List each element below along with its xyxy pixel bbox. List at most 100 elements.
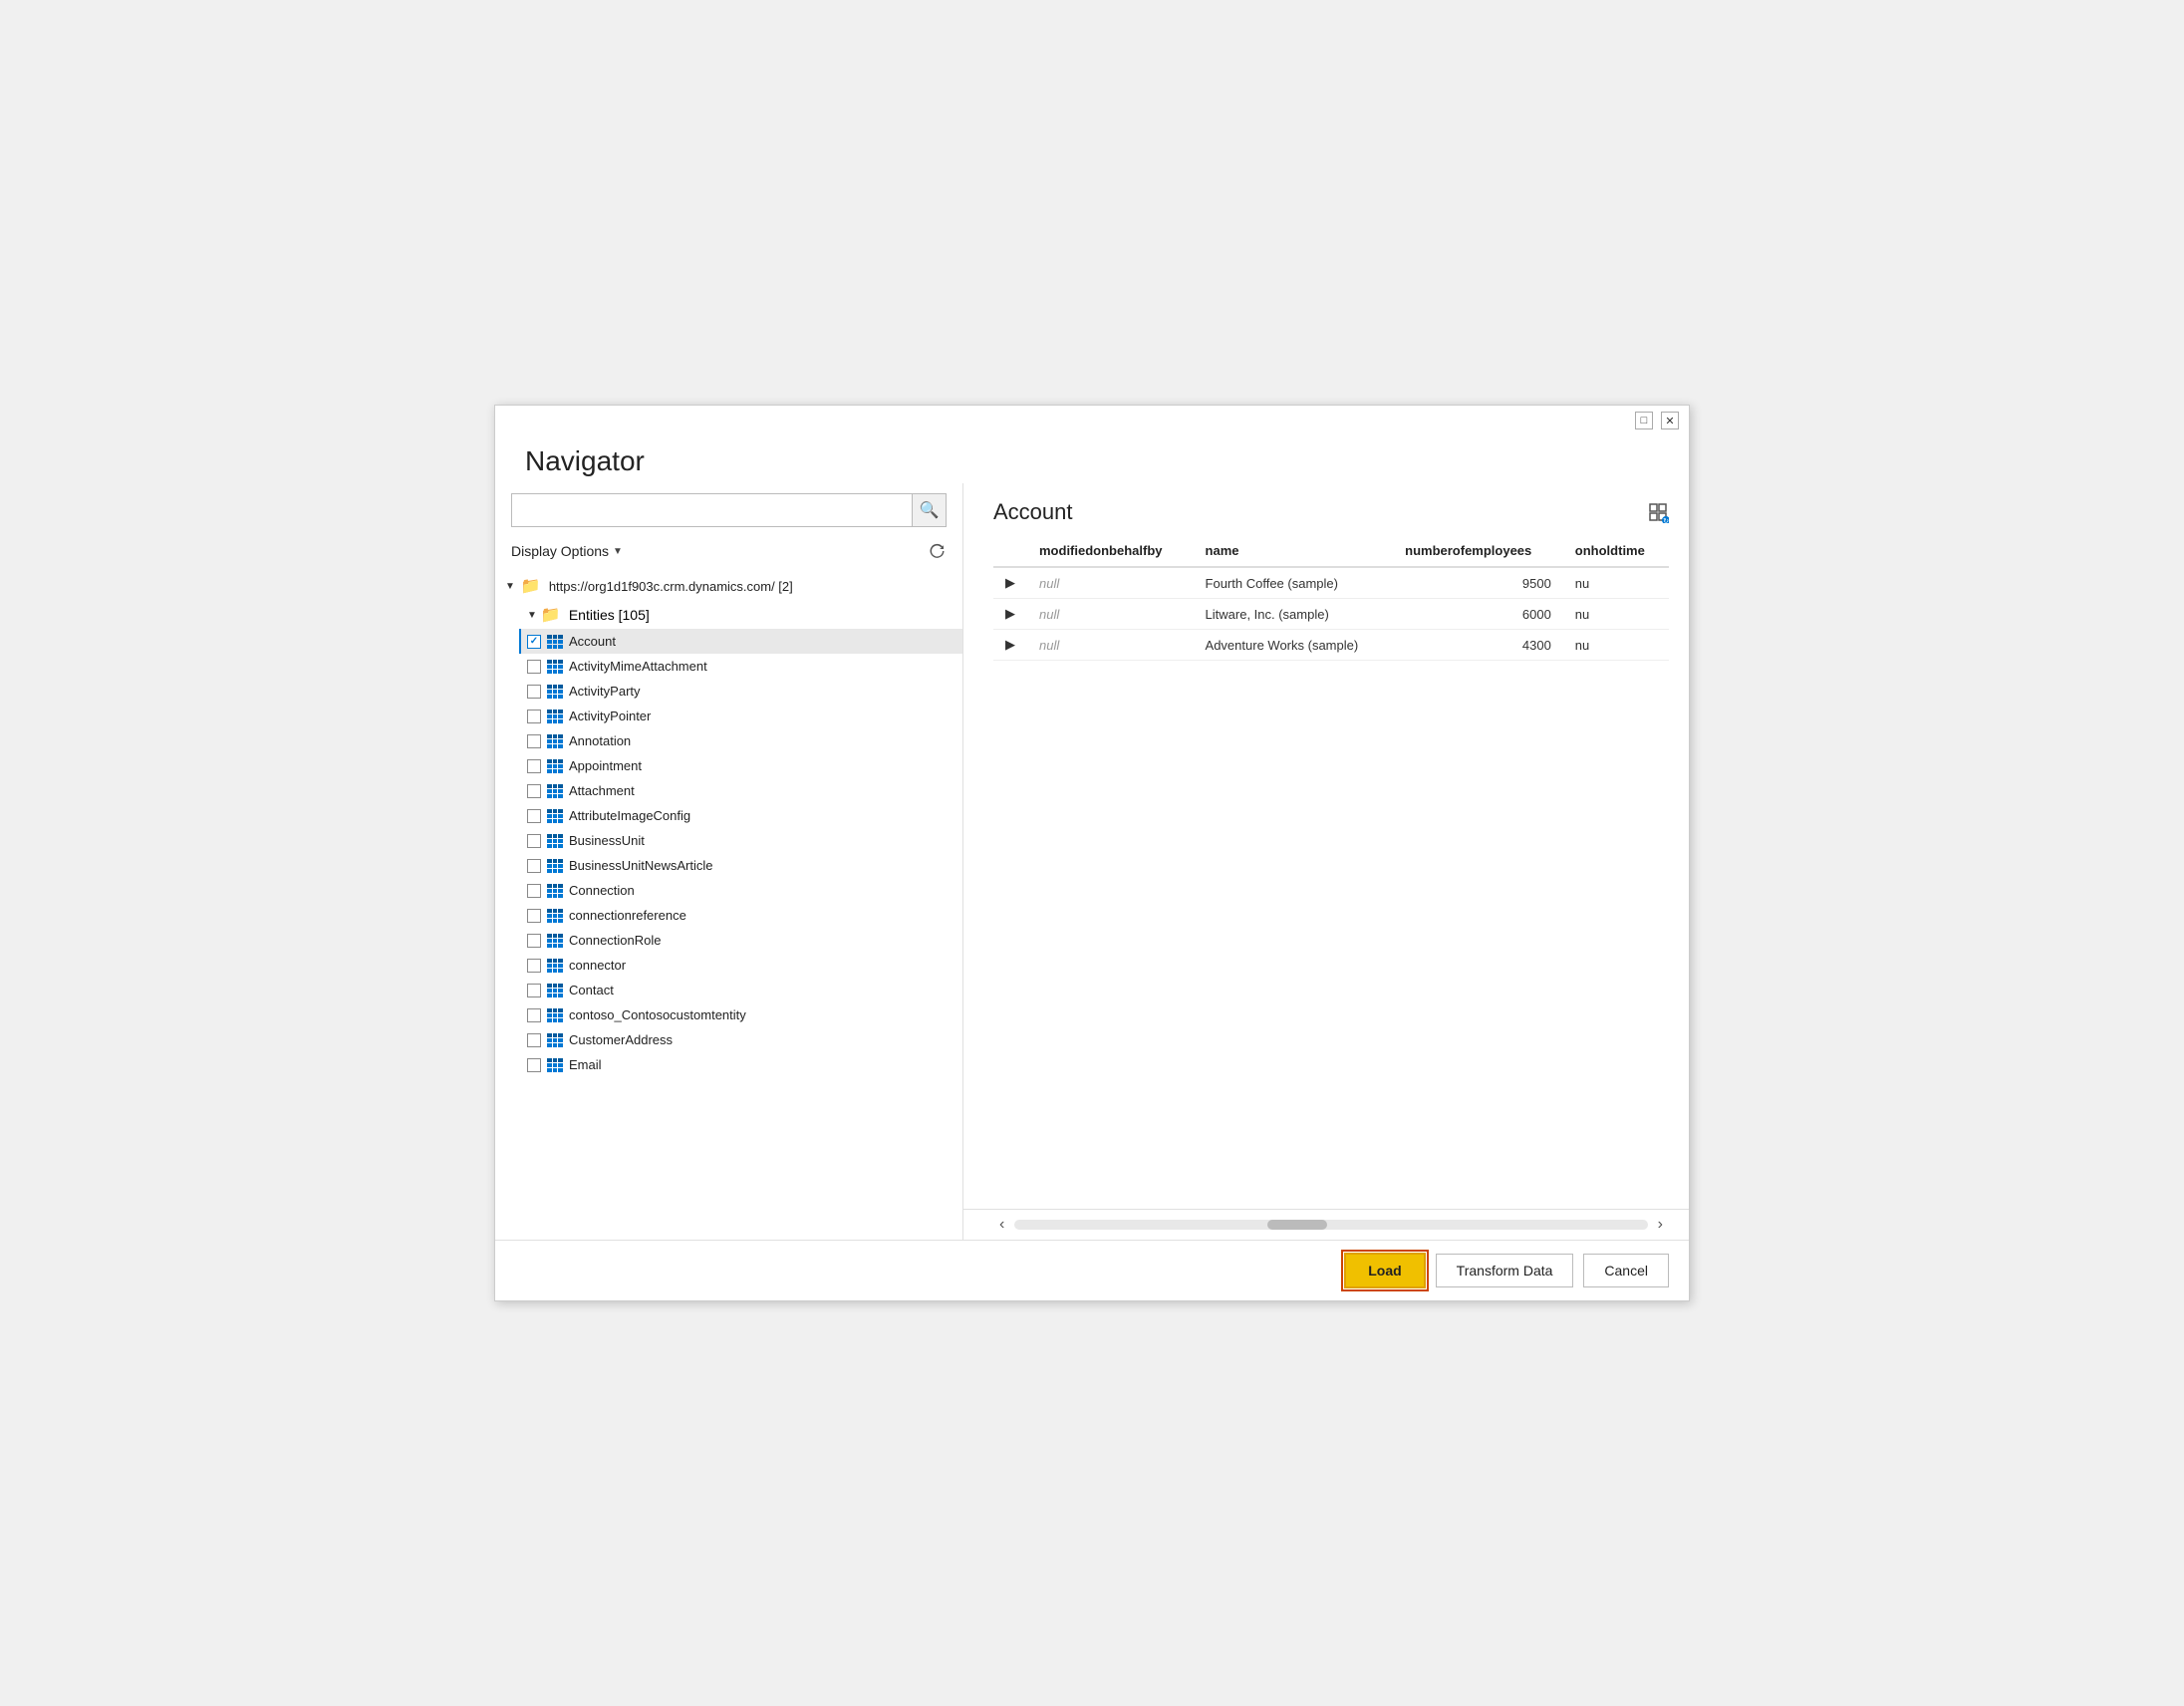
item-label: Annotation [569,733,631,748]
tree-item[interactable]: Connection [519,878,962,903]
item-checkbox [527,660,541,674]
right-header: Account ↻ [963,483,1689,535]
tree-item[interactable]: BusinessUnitNewsArticle [519,853,962,878]
search-button[interactable]: 🔍 [912,494,946,526]
tree-item[interactable]: ConnectionRole [519,928,962,953]
scroll-right-button[interactable]: › [1652,1214,1669,1236]
scroll-thumb [1267,1220,1327,1230]
root-folder-icon: 📁 [521,576,541,596]
navigator-window: □ ✕ Navigator 🔍 Display Options ▼ [494,405,1690,1301]
entities-folder-icon: 📁 [541,605,561,625]
scroll-left-button[interactable]: ‹ [993,1214,1010,1236]
tree-item[interactable]: ActivityMimeAttachment [519,654,962,679]
window-title: Navigator [495,435,1689,483]
refresh-button[interactable] [929,542,947,560]
close-button[interactable]: ✕ [1661,412,1679,429]
item-checkbox [527,834,541,848]
svg-text:↻: ↻ [1663,518,1669,523]
item-checkbox [527,685,541,699]
item-checkbox [527,909,541,923]
view-icon: ↻ [1647,501,1669,523]
item-checkbox [527,809,541,823]
root-label: https://org1d1f903c.crm.dynamics.com/ [2… [549,579,793,594]
entities-header[interactable]: ▼ 📁 Entities [105] [519,601,962,629]
item-label: ActivityMimeAttachment [569,659,707,674]
display-options-row: Display Options ▼ [495,535,962,567]
tree-item[interactable]: CustomerAddress [519,1027,962,1052]
scroll-track[interactable] [1014,1220,1647,1230]
search-input[interactable] [512,496,912,524]
cell-onholdtime: nu [1563,630,1669,661]
tree-item[interactable]: contoso_Contosocustomtentity [519,1002,962,1027]
table-grid-icon [547,959,563,973]
item-label: ConnectionRole [569,933,662,948]
table-grid-icon [547,859,563,873]
item-checkbox [527,759,541,773]
cancel-button[interactable]: Cancel [1583,1254,1669,1287]
cell-modifiedonbehalfby: null [1027,567,1194,599]
tree-area[interactable]: ▼ 📁 https://org1d1f903c.crm.dynamics.com… [495,567,962,1240]
tree-item[interactable]: AttributeImageConfig [519,803,962,828]
item-label: BusinessUnit [569,833,645,848]
right-panel: Account ↻ [963,483,1689,1240]
item-label: ActivityPointer [569,709,651,723]
tree-item[interactable]: connectionreference [519,903,962,928]
tree-item[interactable]: Annotation [519,728,962,753]
item-label: Contact [569,983,614,997]
table-grid-icon [547,685,563,699]
tree-item[interactable]: Attachment [519,778,962,803]
tree-item[interactable]: BusinessUnit [519,828,962,853]
table-grid-icon [547,1058,563,1072]
item-checkbox [527,884,541,898]
item-label: CustomerAddress [569,1032,673,1047]
column-header-numberofemployees: numberofemployees [1393,535,1563,567]
item-label: contoso_Contosocustomtentity [569,1007,746,1022]
item-checkbox [527,734,541,748]
tree-root-node[interactable]: ▼ 📁 https://org1d1f903c.crm.dynamics.com… [495,571,962,601]
table-grid-icon [547,635,563,649]
table-grid-icon [547,884,563,898]
column-header-modifiedonbehalfby: modifiedonbehalfby [1027,535,1194,567]
display-options-button[interactable]: Display Options ▼ [511,539,623,563]
table-grid-icon [547,660,563,674]
row-indicator-header [993,535,1027,567]
tree-items-container: Account ActivityMimeAttachment ActivityPar… [519,629,962,1077]
cell-numberofemployees: 6000 [1393,599,1563,630]
cell-name: Adventure Works (sample) [1194,630,1394,661]
display-options-label: Display Options [511,543,609,559]
item-checkbox [527,934,541,948]
title-bar-buttons: □ ✕ [1635,412,1679,429]
tree-item[interactable]: ActivityParty [519,679,962,704]
entities-arrow-icon: ▼ [527,610,537,621]
row-indicator: ▶ [993,599,1027,630]
table-grid-icon [547,759,563,773]
row-indicator: ▶ [993,630,1027,661]
search-bar: 🔍 [511,493,947,527]
right-panel-title: Account [993,499,1073,525]
refresh-icon [929,542,947,560]
tree-item[interactable]: Appointment [519,753,962,778]
view-options-button[interactable]: ↻ [1647,501,1669,523]
item-label: connectionreference [569,908,686,923]
cell-modifiedonbehalfby: null [1027,630,1194,661]
tree-item[interactable]: connector [519,953,962,978]
item-checkbox [527,1008,541,1022]
load-button[interactable]: Load [1344,1253,1425,1288]
table-grid-icon [547,734,563,748]
item-label: Email [569,1057,602,1072]
tree-item[interactable]: ActivityPointer [519,704,962,728]
transform-data-button[interactable]: Transform Data [1436,1254,1574,1287]
item-label: Appointment [569,758,642,773]
table-grid-icon [547,909,563,923]
left-panel: 🔍 Display Options ▼ ▼ 📁 [495,483,963,1240]
tree-item[interactable]: Contact [519,978,962,1002]
tree-item[interactable]: Email [519,1052,962,1077]
content-area: 🔍 Display Options ▼ ▼ 📁 [495,483,1689,1240]
item-checkbox [527,784,541,798]
item-label: Attachment [569,783,635,798]
table-row: ▶nullFourth Coffee (sample)9500nu [993,567,1669,599]
table-grid-icon [547,784,563,798]
minimize-button[interactable]: □ [1635,412,1653,429]
cell-numberofemployees: 4300 [1393,630,1563,661]
tree-item[interactable]: Account [519,629,962,654]
